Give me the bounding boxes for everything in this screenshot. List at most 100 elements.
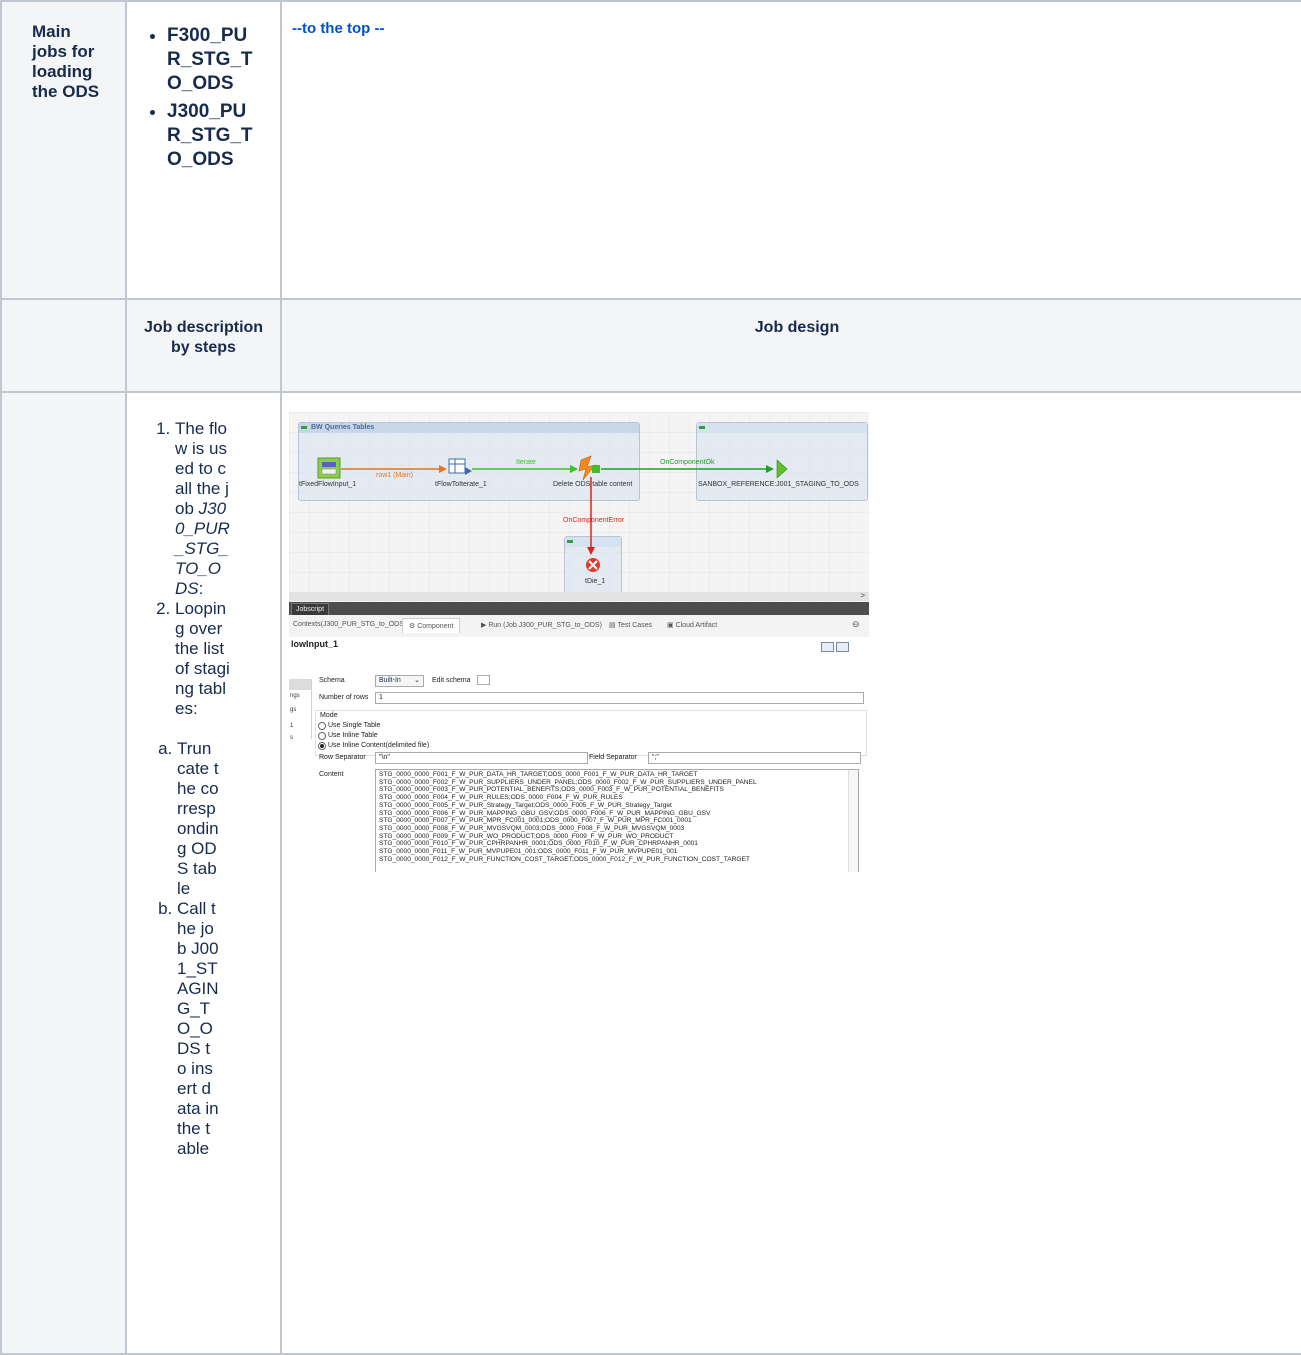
content-line: STG_0000_0000_F011_F_W_PUR_MVPUPE01_001;… <box>379 848 678 856</box>
sidebar-item[interactable]: s <box>290 735 293 741</box>
sub-steps-list: Truncate the corresponding ODS table Cal… <box>137 739 237 1159</box>
content-line: STG_0000_0000_F012_F_W_PUR_FUNCTION_COST… <box>379 855 750 863</box>
edit-schema-button[interactable] <box>477 675 490 685</box>
editor-tabs: Jobscript <box>289 602 869 616</box>
arrow-icon <box>570 465 578 473</box>
radio-inline-table[interactable] <box>318 732 326 740</box>
content-line: STG_0000_0000_F005_F_W_PUR_Strategy_Targ… <box>379 801 672 809</box>
radio-label: Use Inline Content(delimited file) <box>328 742 430 749</box>
layout-grid-icon[interactable] <box>821 642 834 652</box>
delete-ods-icon[interactable] <box>578 455 600 481</box>
sidebar-item[interactable]: ngs <box>290 693 300 699</box>
content-line: STG_0000_0000_F008_F_W_PUR_MVGSVQM_0003;… <box>379 824 685 832</box>
steps-list: The flow is used to call the job J300_PU… <box>127 419 280 1159</box>
steps-cell: The flow is used to call the job J300_PU… <box>125 391 282 1355</box>
tab-test-cases[interactable]: ▤ Test Cases <box>609 621 652 629</box>
radio-single-table[interactable] <box>318 722 326 730</box>
rows-label: Number of rows <box>319 694 369 701</box>
component-label: SANBOX_REFERENCE:J001_STAGING_TO_ODS <box>698 481 859 488</box>
rows-input[interactable]: 1 <box>375 692 864 704</box>
column-header: Job design <box>280 298 1301 393</box>
tab-contexts[interactable]: Contexts(J300_PUR_STG_to_ODS) <box>293 621 406 628</box>
content-line: STG_0000_0000_F009_F_W_PUR_WO_PRODUCT;OD… <box>379 832 674 840</box>
radio-inline-content[interactable] <box>318 742 326 750</box>
content-line: STG_0000_0000_F006_F_W_PUR_MAPPING_GBU_G… <box>379 809 711 817</box>
cloud-icon: ▣ <box>667 622 676 629</box>
flow-links <box>317 455 788 572</box>
row-header-cell: Main jobs for loading the ODS <box>0 0 127 300</box>
table-row: Job description by steps Job design <box>0 298 1301 393</box>
vertical-scrollbar[interactable] <box>848 770 858 872</box>
list-item: The flow is used to call the job J300_PU… <box>175 419 230 599</box>
empty-header-cell <box>0 391 127 1355</box>
component-label: tDie_1 <box>585 578 606 585</box>
tab-cloud-artifact[interactable]: ▣ Cloud Artifact <box>667 621 717 629</box>
row-title: Main jobs for loading the ODS <box>32 22 100 101</box>
schema-select[interactable]: Built-In ⌄ <box>375 675 424 687</box>
horizontal-scrollbar[interactable]: > <box>289 591 869 601</box>
table-row: Main jobs for loading the ODS F300_PUR_S… <box>0 0 1301 300</box>
chevron-right-icon[interactable]: > <box>860 591 865 600</box>
view-tabs: Contexts(J300_PUR_STG_to_ODS) ⚙ Componen… <box>289 615 869 638</box>
layout-list-icon[interactable] <box>836 642 849 652</box>
link-label: Iterate <box>516 459 536 466</box>
field-separator-input[interactable]: ";" <box>648 752 861 764</box>
content-lines: STG_0000_0000_F001_F_W_PUR_DATA_HR_TARGE… <box>376 770 858 863</box>
schema-label: Schema <box>319 677 345 684</box>
tab-run[interactable]: ▶ Run (Job J300_PUR_STG_to_ODS) <box>481 621 602 629</box>
content-line: STG_0000_0000_F001_F_W_PUR_DATA_HR_TARGE… <box>379 771 698 778</box>
row-separator-label: Row Separator <box>319 754 366 761</box>
list-item: Looping over the list of staging tables:… <box>175 599 230 1159</box>
chevron-down-icon: ⌄ <box>414 677 420 684</box>
die-error-icon[interactable] <box>586 558 600 572</box>
component-label: tFlowToIterate_1 <box>435 481 487 488</box>
content-line: STG_0000_0000_F010_F_W_PUR_CPHRPANHR_000… <box>379 840 698 848</box>
job-design-screenshot: BW Queries Tables tFixedFlowInput_1 tFlo… <box>289 412 869 872</box>
content-line: STG_0000_0000_F003_F_W_PUR_POTENTIAL_BEN… <box>379 786 724 794</box>
row-separator-input[interactable]: "\n" <box>375 752 588 764</box>
component-title: lowInput_1 <box>291 639 338 649</box>
jobs-cell: F300_PUR_STG_TO_ODS J300_PUR_STG_TO_ODS <box>125 0 282 300</box>
field-separator-label: Field Separator <box>589 754 637 761</box>
list-item: Truncate the corresponding ODS table <box>177 739 219 899</box>
designer-canvas: BW Queries Tables tFixedFlowInput_1 tFlo… <box>289 412 869 602</box>
step-text: Looping over the list of staging tables: <box>175 599 230 718</box>
link-label: OnComponentOk <box>660 459 715 466</box>
empty-header-cell <box>0 298 127 393</box>
flow-to-iterate-icon[interactable] <box>448 458 472 475</box>
link-cell: --to the top -- <box>280 0 1301 300</box>
fixed-flow-input-icon[interactable] <box>317 457 341 479</box>
sidebar-item[interactable]: gs <box>290 707 296 713</box>
link-label: OnComponentError <box>563 517 625 524</box>
sidebar-item[interactable]: 1 <box>290 723 293 729</box>
list-item: Call the job J001_STAGING_TO_ODS to inse… <box>177 899 219 1159</box>
sidebar-item-selected[interactable] <box>289 679 311 690</box>
list-item: F300_PUR_STG_TO_ODS <box>167 24 257 96</box>
content-textarea[interactable]: STG_0000_0000_F001_F_W_PUR_DATA_HR_TARGE… <box>375 769 859 872</box>
component-panel: lowInput_1 ngs gs 1 s Schema Built-In ⌄ E… <box>289 637 869 872</box>
jobs-list: F300_PUR_STG_TO_ODS J300_PUR_STG_TO_ODS <box>127 24 280 172</box>
content-line: STG_0000_0000_F002_F_W_PUR_SUPPLIERS_UND… <box>379 778 757 786</box>
arrow-icon <box>587 547 595 555</box>
radio-label: Use Single Table <box>328 722 381 729</box>
minimize-icon[interactable]: ⊖ <box>852 619 860 630</box>
design-header: Job design <box>754 319 840 336</box>
component-label: Delete ODS table content <box>553 481 633 488</box>
content-line: STG_0000_0000_F004_F_W_PUR_RULES;ODS_000… <box>379 794 623 802</box>
tab-component[interactable]: ⚙ Component <box>402 618 461 633</box>
run-job-icon[interactable] <box>776 459 788 479</box>
to-top-link[interactable]: --to the top -- <box>282 2 384 37</box>
content-label: Content <box>319 771 344 778</box>
arrow-icon <box>439 465 447 473</box>
step-text: : <box>198 579 204 598</box>
link-label: row1 (Main) <box>376 472 413 479</box>
mode-group: Mode Use Single Table Use Inline Table U… <box>315 710 867 756</box>
mode-label: Mode <box>320 712 338 719</box>
component-label: tFixedFlowInput_1 <box>299 481 357 488</box>
radio-label: Use Inline Table <box>328 732 378 739</box>
edit-schema-label: Edit schema <box>432 677 471 684</box>
content-line: STG_0000_0000_F007_F_W_PUR_MPR_FC001_000… <box>379 817 692 825</box>
steps-header: Job description by steps <box>143 319 264 356</box>
component-icon: ⚙ <box>409 623 418 630</box>
arrow-icon <box>766 465 774 473</box>
